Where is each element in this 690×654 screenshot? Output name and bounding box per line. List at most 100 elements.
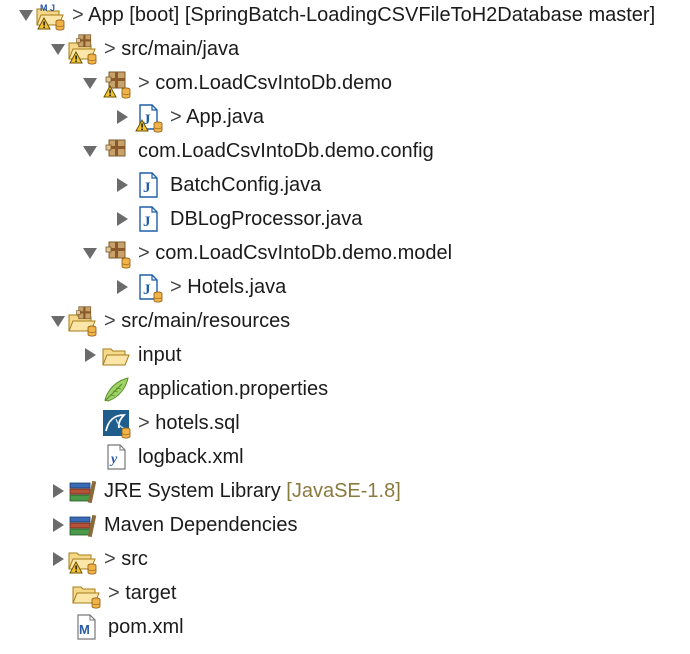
tree-row-package-demo-model[interactable]: > com.LoadCsvIntoDb.demo.model	[0, 236, 690, 270]
item-name: src/main/resources	[121, 310, 291, 332]
twisty-collapsed-icon[interactable]	[114, 177, 130, 193]
tree-row-package-demo-config[interactable]: com.LoadCsvIntoDb.demo.config	[0, 134, 690, 168]
dirty-prefix: >	[108, 582, 126, 604]
tree-row-file-dblogprocessor-java[interactable]: J DBLogProcessor.java	[0, 202, 690, 236]
item-name: DBLogProcessor.java	[170, 208, 363, 230]
dirty-prefix: >	[138, 242, 156, 264]
dirty-prefix: >	[104, 38, 122, 60]
svg-text:y: y	[109, 452, 118, 467]
twisty-collapsed-icon[interactable]	[50, 483, 66, 499]
tree-row-package-demo[interactable]: > com.LoadCsvIntoDb.demo	[0, 66, 690, 100]
tree-row-maven-dependencies[interactable]: Maven Dependencies	[0, 508, 690, 542]
folder-icon	[70, 577, 102, 609]
java-file-icon: J	[132, 169, 164, 201]
tree-item-label: > src	[104, 547, 148, 571]
item-name: com.LoadCsvIntoDb.demo.model	[155, 242, 453, 264]
tree-item-label: > App.java	[170, 105, 264, 129]
twisty-collapsed-icon[interactable]	[114, 279, 130, 295]
twisty-collapsed-icon[interactable]	[50, 551, 66, 567]
tree-item-label: application.properties	[138, 377, 328, 401]
dirty-prefix: >	[138, 412, 156, 434]
tree-row-file-app-java[interactable]: J > App.java	[0, 100, 690, 134]
sql-file-icon	[100, 407, 132, 439]
twisty-expanded-icon[interactable]	[82, 75, 98, 91]
tree-item-label: > src/main/java	[104, 37, 239, 61]
java-file-icon: J	[132, 203, 164, 235]
item-name: App [boot] [SpringBatch-LoadingCSVFileTo…	[88, 4, 656, 26]
twisty-collapsed-icon[interactable]	[114, 211, 130, 227]
item-name: src/main/java	[121, 38, 240, 60]
tree-item-label: pom.xml	[108, 615, 184, 639]
xml-file-icon: y	[100, 441, 132, 473]
tree-item-label: > App [boot] [SpringBatch-LoadingCSVFile…	[72, 3, 655, 27]
item-name: com.LoadCsvIntoDb.demo.config	[138, 140, 434, 162]
item-name: Maven Dependencies	[104, 514, 298, 536]
svg-text:M: M	[40, 3, 48, 13]
tree-row-folder-src[interactable]: > src	[0, 542, 690, 576]
tree-row-project-app[interactable]: M J > App [boot] [SpringBatch-LoadingCSVFi…	[0, 0, 690, 32]
tree-row-file-batchconfig-java[interactable]: J BatchConfig.java	[0, 168, 690, 202]
item-name: Hotels.java	[187, 276, 287, 298]
package-icon	[100, 135, 132, 167]
dirty-prefix: >	[170, 106, 187, 128]
java-file-icon: J	[132, 271, 164, 303]
package-warning-icon	[100, 67, 132, 99]
package-icon	[100, 237, 132, 269]
tree-row-file-hotels-java[interactable]: J > Hotels.java	[0, 270, 690, 304]
tree-item-label: com.LoadCsvIntoDb.demo.config	[138, 139, 434, 163]
tree-row-file-pom-xml[interactable]: Mpom.xml	[0, 610, 690, 644]
item-name: logback.xml	[138, 446, 244, 468]
maven-pom-icon: M	[70, 611, 102, 643]
tree-row-src-main-java[interactable]: > src/main/java	[0, 32, 690, 66]
tree-row-folder-target[interactable]: > target	[0, 576, 690, 610]
tree-item-label: > Hotels.java	[170, 275, 286, 299]
source-folder-warning-icon	[66, 33, 98, 65]
tree-item-label: logback.xml	[138, 445, 244, 469]
source-folder-icon	[66, 305, 98, 337]
twisty-collapsed-icon[interactable]	[82, 347, 98, 363]
maven-project-warning-icon: MJ	[34, 0, 66, 31]
item-name: com.LoadCsvIntoDb.demo	[155, 72, 393, 94]
svg-text:J: J	[143, 180, 151, 196]
tree-row-file-application-properties[interactable]: application.properties	[0, 372, 690, 406]
svg-text:M: M	[79, 622, 90, 637]
tree-row-file-logback-xml[interactable]: y logback.xml	[0, 440, 690, 474]
item-decoration: [JavaSE-1.8]	[280, 480, 401, 502]
tree-item-label: Maven Dependencies	[104, 513, 297, 537]
item-name: application.properties	[138, 378, 329, 400]
tree-row-jre-system-library[interactable]: JRE System Library [JavaSE-1.8]	[0, 474, 690, 508]
tree-item-label: DBLogProcessor.java	[170, 207, 362, 231]
tree-item-label: BatchConfig.java	[170, 173, 321, 197]
tree-item-label: > hotels.sql	[138, 411, 240, 435]
dirty-prefix: >	[104, 310, 122, 332]
library-icon	[66, 509, 98, 541]
item-name: target	[125, 582, 177, 604]
twisty-expanded-icon[interactable]	[50, 313, 66, 329]
item-name: pom.xml	[108, 616, 184, 638]
twisty-expanded-icon[interactable]	[18, 7, 34, 23]
twisty-collapsed-icon[interactable]	[114, 109, 130, 125]
item-name: App.java	[186, 106, 264, 128]
folder-icon	[100, 339, 132, 371]
twisty-expanded-icon[interactable]	[82, 245, 98, 261]
twisty-expanded-icon[interactable]	[82, 143, 98, 159]
tree-item-label: input	[138, 343, 181, 367]
package-explorer-tree: M J > App [boot] [SpringBatch-LoadingCSVFi…	[0, 0, 690, 654]
tree-item-label: > src/main/resources	[104, 309, 290, 333]
twisty-expanded-icon[interactable]	[50, 41, 66, 57]
svg-text:J: J	[143, 214, 151, 230]
tree-row-file-hotels-sql[interactable]: > hotels.sql	[0, 406, 690, 440]
tree-row-folder-input[interactable]: input	[0, 338, 690, 372]
dirty-prefix: >	[72, 4, 89, 26]
item-name: BatchConfig.java	[170, 174, 322, 196]
properties-file-icon	[100, 373, 132, 405]
svg-text:J: J	[50, 3, 55, 13]
tree-row-src-main-resources[interactable]: > src/main/resources	[0, 304, 690, 338]
tree-item-label: > com.LoadCsvIntoDb.demo.model	[138, 241, 452, 265]
item-name: src	[121, 548, 148, 570]
item-name: input	[138, 344, 182, 366]
twisty-collapsed-icon[interactable]	[50, 517, 66, 533]
tree-item-label: JRE System Library [JavaSE-1.8]	[104, 479, 401, 503]
dirty-prefix: >	[170, 276, 188, 298]
dirty-prefix: >	[138, 72, 156, 94]
